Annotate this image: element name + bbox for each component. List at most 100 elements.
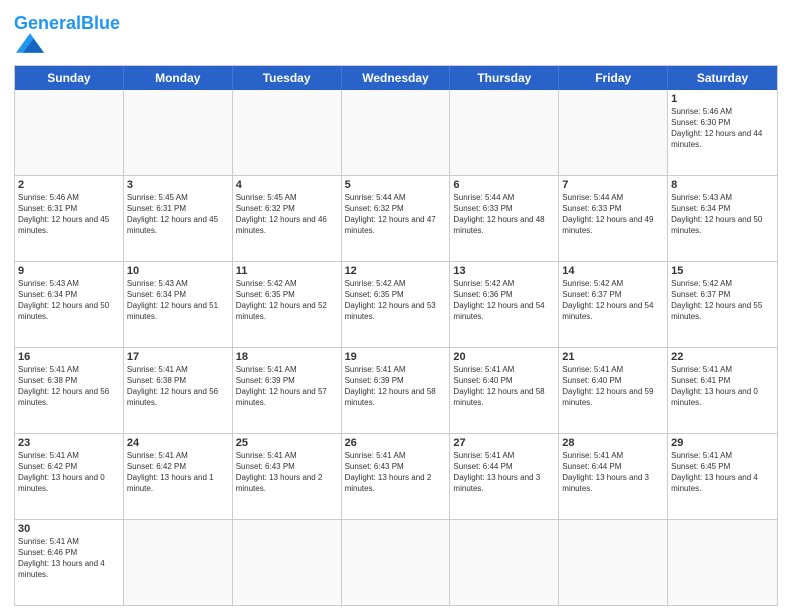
calendar-cell-5-6 [668,520,777,605]
calendar-row-4: 23Sunrise: 5:41 AMSunset: 6:42 PMDayligh… [15,433,777,519]
cell-info: Sunrise: 5:46 AMSunset: 6:30 PMDaylight:… [671,107,774,150]
header-sunday: Sunday [15,66,124,90]
calendar-cell-2-5: 14Sunrise: 5:42 AMSunset: 6:37 PMDayligh… [559,262,668,347]
day-number: 13 [453,264,555,278]
day-number: 5 [345,178,447,192]
calendar-cell-0-0 [15,90,124,175]
day-number: 7 [562,178,664,192]
header-tuesday: Tuesday [233,66,342,90]
logo-text: GeneralBlue [14,14,120,32]
day-number: 18 [236,350,338,364]
day-number: 30 [18,522,120,536]
calendar-cell-1-0: 2Sunrise: 5:46 AMSunset: 6:31 PMDaylight… [15,176,124,261]
cell-info: Sunrise: 5:41 AMSunset: 6:39 PMDaylight:… [345,365,447,408]
day-number: 11 [236,264,338,278]
day-number: 9 [18,264,120,278]
day-number: 17 [127,350,229,364]
cell-info: Sunrise: 5:41 AMSunset: 6:42 PMDaylight:… [18,451,120,494]
calendar-row-5: 30Sunrise: 5:41 AMSunset: 6:46 PMDayligh… [15,519,777,605]
day-number: 23 [18,436,120,450]
day-number: 29 [671,436,774,450]
calendar-cell-3-0: 16Sunrise: 5:41 AMSunset: 6:38 PMDayligh… [15,348,124,433]
day-number: 19 [345,350,447,364]
calendar-cell-5-5 [559,520,668,605]
header-monday: Monday [124,66,233,90]
cell-info: Sunrise: 5:41 AMSunset: 6:42 PMDaylight:… [127,451,229,494]
day-number: 10 [127,264,229,278]
calendar-cell-0-5 [559,90,668,175]
calendar-cell-4-2: 25Sunrise: 5:41 AMSunset: 6:43 PMDayligh… [233,434,342,519]
cell-info: Sunrise: 5:41 AMSunset: 6:40 PMDaylight:… [562,365,664,408]
calendar: Sunday Monday Tuesday Wednesday Thursday… [14,65,778,606]
day-number: 15 [671,264,774,278]
calendar-cell-1-4: 6Sunrise: 5:44 AMSunset: 6:33 PMDaylight… [450,176,559,261]
cell-info: Sunrise: 5:45 AMSunset: 6:32 PMDaylight:… [236,193,338,236]
cell-info: Sunrise: 5:43 AMSunset: 6:34 PMDaylight:… [671,193,774,236]
logo-general: General [14,13,81,33]
header-saturday: Saturday [668,66,777,90]
cell-info: Sunrise: 5:41 AMSunset: 6:43 PMDaylight:… [236,451,338,494]
calendar-cell-1-1: 3Sunrise: 5:45 AMSunset: 6:31 PMDaylight… [124,176,233,261]
day-number: 1 [671,92,774,106]
calendar-cell-5-1 [124,520,233,605]
calendar-cell-1-6: 8Sunrise: 5:43 AMSunset: 6:34 PMDaylight… [668,176,777,261]
cell-info: Sunrise: 5:42 AMSunset: 6:37 PMDaylight:… [671,279,774,322]
calendar-cell-2-4: 13Sunrise: 5:42 AMSunset: 6:36 PMDayligh… [450,262,559,347]
calendar-cell-2-0: 9Sunrise: 5:43 AMSunset: 6:34 PMDaylight… [15,262,124,347]
calendar-cell-1-3: 5Sunrise: 5:44 AMSunset: 6:32 PMDaylight… [342,176,451,261]
cell-info: Sunrise: 5:42 AMSunset: 6:35 PMDaylight:… [345,279,447,322]
calendar-cell-0-6: 1Sunrise: 5:46 AMSunset: 6:30 PMDaylight… [668,90,777,175]
calendar-row-3: 16Sunrise: 5:41 AMSunset: 6:38 PMDayligh… [15,347,777,433]
calendar-cell-3-2: 18Sunrise: 5:41 AMSunset: 6:39 PMDayligh… [233,348,342,433]
day-number: 14 [562,264,664,278]
calendar-cell-2-2: 11Sunrise: 5:42 AMSunset: 6:35 PMDayligh… [233,262,342,347]
day-number: 4 [236,178,338,192]
calendar-cell-5-0: 30Sunrise: 5:41 AMSunset: 6:46 PMDayligh… [15,520,124,605]
calendar-cell-4-4: 27Sunrise: 5:41 AMSunset: 6:44 PMDayligh… [450,434,559,519]
cell-info: Sunrise: 5:44 AMSunset: 6:32 PMDaylight:… [345,193,447,236]
cell-info: Sunrise: 5:41 AMSunset: 6:43 PMDaylight:… [345,451,447,494]
calendar-cell-0-4 [450,90,559,175]
cell-info: Sunrise: 5:41 AMSunset: 6:39 PMDaylight:… [236,365,338,408]
day-number: 12 [345,264,447,278]
calendar-cell-2-1: 10Sunrise: 5:43 AMSunset: 6:34 PMDayligh… [124,262,233,347]
day-number: 28 [562,436,664,450]
calendar-header: Sunday Monday Tuesday Wednesday Thursday… [15,66,777,90]
day-number: 21 [562,350,664,364]
cell-info: Sunrise: 5:41 AMSunset: 6:44 PMDaylight:… [453,451,555,494]
cell-info: Sunrise: 5:43 AMSunset: 6:34 PMDaylight:… [18,279,120,322]
cell-info: Sunrise: 5:41 AMSunset: 6:40 PMDaylight:… [453,365,555,408]
cell-info: Sunrise: 5:42 AMSunset: 6:36 PMDaylight:… [453,279,555,322]
cell-info: Sunrise: 5:41 AMSunset: 6:38 PMDaylight:… [127,365,229,408]
logo: GeneralBlue [14,14,120,59]
cell-info: Sunrise: 5:41 AMSunset: 6:46 PMDaylight:… [18,537,120,580]
calendar-cell-2-3: 12Sunrise: 5:42 AMSunset: 6:35 PMDayligh… [342,262,451,347]
day-number: 3 [127,178,229,192]
page: GeneralBlue Sunday Monday Tuesday Wednes… [0,0,792,612]
calendar-cell-5-3 [342,520,451,605]
day-number: 25 [236,436,338,450]
day-number: 27 [453,436,555,450]
cell-info: Sunrise: 5:46 AMSunset: 6:31 PMDaylight:… [18,193,120,236]
calendar-cell-4-3: 26Sunrise: 5:41 AMSunset: 6:43 PMDayligh… [342,434,451,519]
day-number: 2 [18,178,120,192]
header-thursday: Thursday [450,66,559,90]
cell-info: Sunrise: 5:42 AMSunset: 6:35 PMDaylight:… [236,279,338,322]
calendar-cell-3-1: 17Sunrise: 5:41 AMSunset: 6:38 PMDayligh… [124,348,233,433]
cell-info: Sunrise: 5:44 AMSunset: 6:33 PMDaylight:… [562,193,664,236]
calendar-cell-0-1 [124,90,233,175]
calendar-cell-5-2 [233,520,342,605]
calendar-cell-3-3: 19Sunrise: 5:41 AMSunset: 6:39 PMDayligh… [342,348,451,433]
cell-info: Sunrise: 5:41 AMSunset: 6:38 PMDaylight:… [18,365,120,408]
calendar-cell-4-6: 29Sunrise: 5:41 AMSunset: 6:45 PMDayligh… [668,434,777,519]
calendar-cell-2-6: 15Sunrise: 5:42 AMSunset: 6:37 PMDayligh… [668,262,777,347]
calendar-cell-1-5: 7Sunrise: 5:44 AMSunset: 6:33 PMDaylight… [559,176,668,261]
header-friday: Friday [559,66,668,90]
calendar-row-0: 1Sunrise: 5:46 AMSunset: 6:30 PMDaylight… [15,90,777,175]
calendar-cell-0-2 [233,90,342,175]
calendar-cell-4-1: 24Sunrise: 5:41 AMSunset: 6:42 PMDayligh… [124,434,233,519]
day-number: 8 [671,178,774,192]
cell-info: Sunrise: 5:43 AMSunset: 6:34 PMDaylight:… [127,279,229,322]
calendar-cell-3-6: 22Sunrise: 5:41 AMSunset: 6:41 PMDayligh… [668,348,777,433]
calendar-cell-4-0: 23Sunrise: 5:41 AMSunset: 6:42 PMDayligh… [15,434,124,519]
